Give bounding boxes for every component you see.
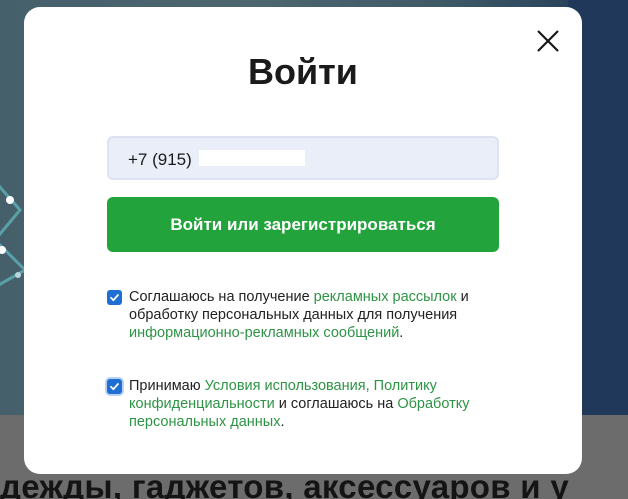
phone-input[interactable]: +7 (915) <box>107 136 499 180</box>
consent-text-part: . <box>399 325 404 341</box>
checkmark-icon <box>110 383 119 391</box>
login-modal: Войти +7 (915) Войти или зарегистрироват… <box>24 7 582 474</box>
consent-text-part: , <box>365 378 374 394</box>
consent-marketing-checkbox[interactable] <box>107 290 122 305</box>
info-ads-messages-link[interactable]: информационно-рекламных сообщений <box>129 325 399 341</box>
consent-text-part: . <box>280 414 285 430</box>
login-register-button[interactable]: Войти или зарегистрироваться <box>107 197 499 252</box>
consent-marketing-text: Соглашаюсь на получение рекламных рассыл… <box>129 288 507 342</box>
modal-title: Войти <box>248 51 358 92</box>
consent-marketing: Соглашаюсь на получение рекламных рассыл… <box>107 288 507 342</box>
phone-value: +7 (915) <box>128 150 192 169</box>
consent-text-part: и соглашаюсь на <box>274 396 398 412</box>
consent-text-part: Соглашаюсь на получение <box>129 289 314 305</box>
consent-text-part: Принимаю <box>129 378 205 394</box>
phone-redaction <box>199 150 305 166</box>
consent-terms-checkbox[interactable] <box>107 379 122 394</box>
checkmark-icon <box>110 294 119 302</box>
terms-of-use-link[interactable]: Условия использования <box>205 378 366 394</box>
consent-terms: Принимаю Условия использования, Политику… <box>107 377 507 431</box>
consent-terms-text: Принимаю Условия использования, Политику… <box>129 377 507 431</box>
marketing-mailings-link[interactable]: рекламных рассылок <box>314 289 457 305</box>
